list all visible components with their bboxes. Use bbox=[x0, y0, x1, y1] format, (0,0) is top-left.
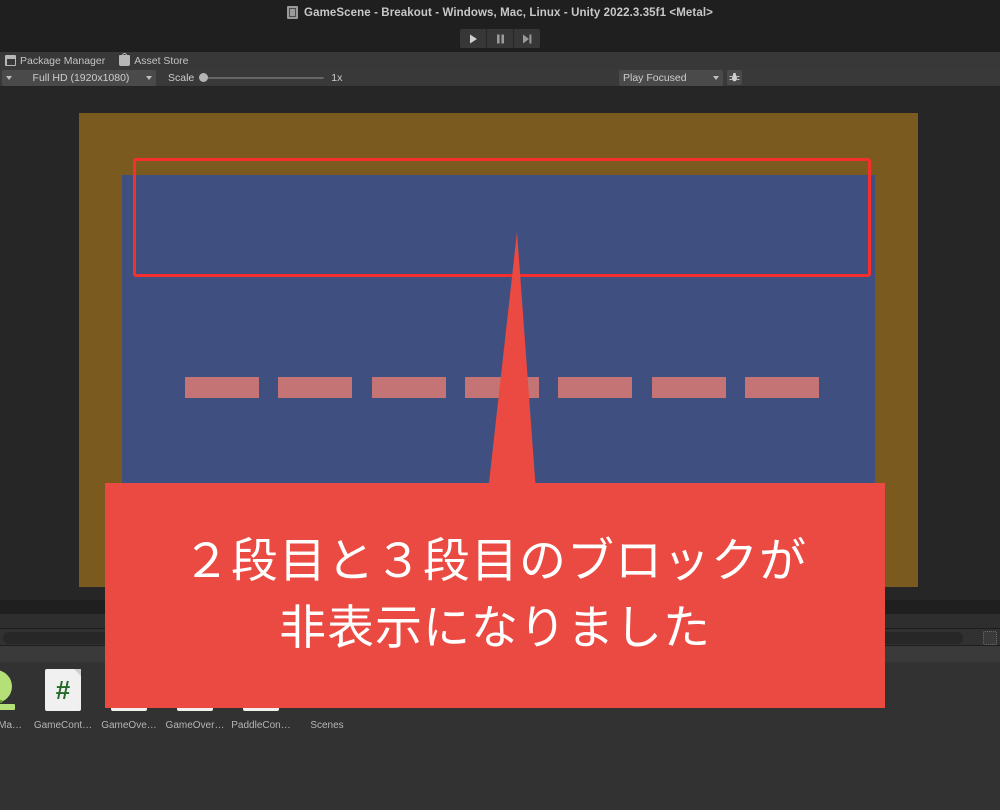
pause-icon bbox=[496, 34, 504, 43]
package-manager-icon bbox=[5, 55, 16, 66]
asset-label: GameCont… bbox=[33, 720, 93, 731]
play-icon bbox=[469, 34, 477, 43]
playmode-toolbar bbox=[0, 25, 1000, 52]
aspect-ratio-dropdown[interactable]: Full HD (1920x1080) bbox=[2, 69, 156, 86]
annotation-line-1: ２段目と３段目のブロックが bbox=[183, 533, 807, 589]
block bbox=[185, 377, 259, 398]
asset-label: GameOve… bbox=[101, 720, 157, 731]
play-button[interactable] bbox=[460, 29, 487, 48]
bug-icon[interactable] bbox=[727, 70, 742, 85]
scale-label: Scale bbox=[168, 71, 195, 84]
tab-package-manager[interactable]: Package Manager bbox=[0, 52, 114, 69]
step-forward-icon bbox=[523, 34, 532, 43]
tab-asset-store-label: Asset Store bbox=[134, 54, 189, 67]
playmode-button-group bbox=[460, 29, 540, 48]
asset-label: GameOver… bbox=[165, 720, 225, 731]
block bbox=[278, 377, 353, 398]
asset-store-icon bbox=[119, 53, 131, 66]
pause-button[interactable] bbox=[487, 29, 514, 48]
play-mode-value: Play Focused bbox=[623, 71, 687, 84]
block bbox=[651, 377, 726, 398]
game-view-toolbar: Full HD (1920x1080) Scale 1x Play Focuse… bbox=[0, 69, 1000, 87]
asset-label: PaddleCon… bbox=[231, 720, 291, 731]
panel-tab-strip: Package Manager Asset Store bbox=[0, 52, 1000, 69]
annotation-callout: ２段目と３段目のブロックが 非表示になりました bbox=[105, 483, 885, 708]
block bbox=[558, 377, 633, 398]
asset-item-prefab[interactable]: …nceMa… bbox=[0, 668, 30, 731]
chevron-down-icon bbox=[145, 75, 152, 80]
scale-slider[interactable] bbox=[199, 70, 325, 86]
block-row bbox=[185, 377, 819, 398]
block bbox=[464, 377, 539, 398]
slider-knob[interactable] bbox=[199, 73, 209, 82]
scene-icon bbox=[287, 6, 299, 19]
chevron-down-icon bbox=[6, 75, 12, 80]
tab-asset-store[interactable]: Asset Store bbox=[114, 52, 197, 69]
project-view-options-icon[interactable] bbox=[983, 631, 997, 645]
asset-item-gamecontroller[interactable]: # GameCont… bbox=[30, 668, 96, 731]
prefab-icon bbox=[0, 668, 19, 712]
asset-label: Scenes bbox=[310, 720, 344, 731]
play-mode-dropdown[interactable]: Play Focused bbox=[619, 69, 723, 86]
asset-label: …nceMa… bbox=[0, 720, 22, 731]
window-title-bar: GameScene - Breakout - Windows, Mac, Lin… bbox=[0, 0, 1000, 25]
csharp-script-icon: # bbox=[41, 668, 85, 712]
unity-editor-window: GameScene - Breakout - Windows, Mac, Lin… bbox=[0, 0, 1000, 810]
window-title: GameScene - Breakout - Windows, Mac, Lin… bbox=[304, 6, 713, 19]
step-button[interactable] bbox=[514, 29, 540, 48]
tab-package-manager-label: Package Manager bbox=[20, 54, 106, 67]
block bbox=[744, 377, 819, 398]
annotation-line-2: 非表示になりました bbox=[279, 600, 711, 656]
slider-track-line bbox=[199, 76, 325, 79]
aspect-ratio-value: Full HD (1920x1080) bbox=[32, 71, 130, 84]
chevron-down-icon bbox=[713, 75, 719, 80]
scale-control: Scale 1x bbox=[168, 70, 342, 86]
scale-value: 1x bbox=[331, 71, 343, 84]
block bbox=[371, 377, 446, 398]
